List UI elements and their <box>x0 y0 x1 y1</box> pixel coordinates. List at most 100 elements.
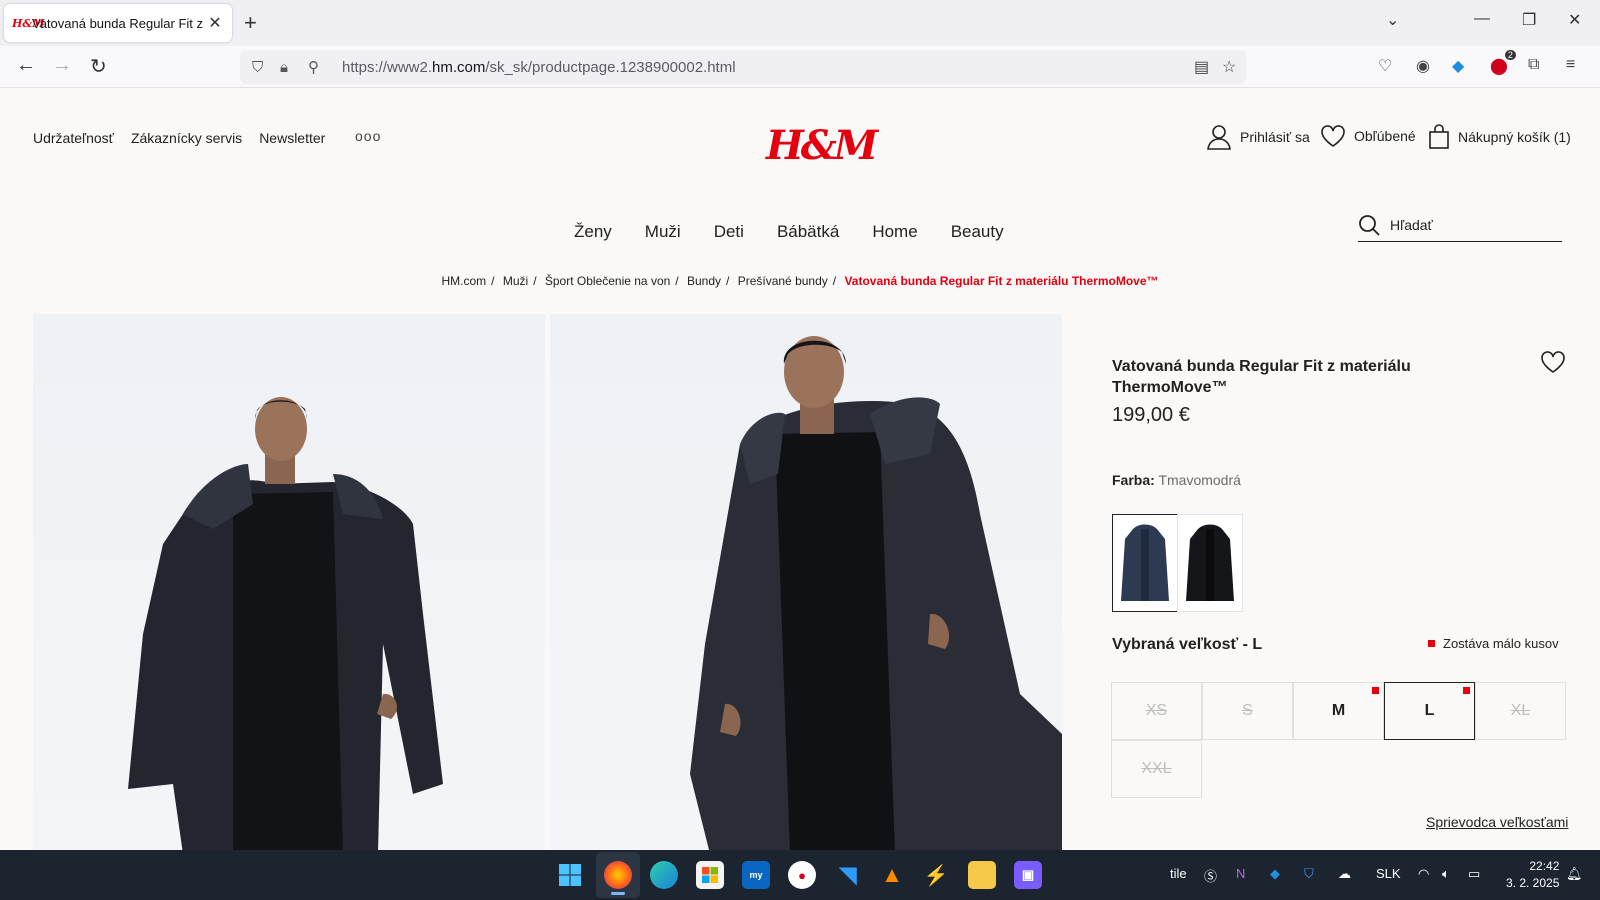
breadcrumb-item[interactable]: Muži <box>503 274 528 288</box>
shield-icon[interactable]: ⛉ <box>252 59 280 76</box>
forward-icon[interactable]: → <box>52 54 72 77</box>
size-option-m-label: M <box>1331 702 1346 719</box>
search-placeholder: Hľadať <box>1390 216 1433 233</box>
clock[interactable]: 22:42 3. 2. 2025 <box>1506 858 1559 892</box>
reader-view-icon[interactable]: ▤ <box>1194 57 1209 77</box>
notifications-icon[interactable]: 🔔︎ <box>1566 866 1583 882</box>
size-option-xl[interactable]: XL <box>1475 682 1566 740</box>
top-links: Udržateľnosť Zákaznícky servis Newslette… <box>33 130 325 146</box>
extensions-icon[interactable]: ⧉ <box>1528 56 1539 74</box>
size-option-s[interactable]: S <box>1202 682 1293 740</box>
back-icon[interactable]: ← <box>16 54 36 77</box>
clock-time: 22:42 <box>1529 859 1560 873</box>
size-option-l[interactable]: L <box>1384 682 1475 740</box>
file-explorer-icon[interactable] <box>968 861 996 889</box>
app-purple-icon[interactable]: ▣ <box>1014 861 1042 889</box>
nav-item-kids[interactable]: Deti <box>714 222 744 242</box>
cart-label: Nákupný košík (1) <box>1458 129 1571 145</box>
product-image-model[interactable] <box>550 314 1062 850</box>
store-icon[interactable] <box>696 861 724 889</box>
bookmark-star-icon[interactable]: ☆ <box>1222 57 1236 77</box>
wifi-icon[interactable]: ◠ <box>1418 866 1429 882</box>
link-newsletter[interactable]: Newsletter <box>259 130 325 146</box>
onedrive-icon[interactable]: ☁ <box>1338 866 1351 882</box>
permissions-icon[interactable]: ⚲ <box>308 58 336 76</box>
address-bar[interactable]: ⛉ 🔒︎ ⚲ https://www2.hm.com/sk_sk/product… <box>240 50 1246 84</box>
page-content: Udržateľnosť Zákaznícky servis Newslette… <box>0 88 1600 850</box>
favorites-label: Obľúbené <box>1354 128 1416 144</box>
close-tab-icon[interactable]: ✕ <box>206 13 224 33</box>
nav-item-men[interactable]: Muži <box>645 222 681 242</box>
language-indicator[interactable]: SLK <box>1376 866 1401 881</box>
size-option-xs[interactable]: XS <box>1111 682 1202 740</box>
color-swatch-navy[interactable] <box>1112 514 1178 612</box>
add-to-favorites-heart-icon[interactable] <box>1540 350 1566 374</box>
restore-icon[interactable]: ❐ <box>1522 10 1536 30</box>
cart-link[interactable]: Nákupný košík (1) <box>1428 124 1571 150</box>
pocket-icon[interactable]: ♡ <box>1378 56 1392 76</box>
app-bird-icon[interactable]: ◥ <box>834 861 862 889</box>
new-tab-icon[interactable]: + <box>244 10 257 36</box>
windows-start-icon[interactable] <box>556 861 584 889</box>
color-swatch-black[interactable] <box>1177 514 1243 612</box>
breadcrumb-item[interactable]: Prešívané bundy <box>738 274 828 288</box>
clock-date: 3. 2. 2025 <box>1506 876 1560 890</box>
more-menu-icon[interactable]: ooo <box>355 128 381 144</box>
tray-app-text[interactable]: tile <box>1170 866 1187 881</box>
breadcrumb-item[interactable]: Bundy <box>687 274 721 288</box>
product-image-front[interactable] <box>33 314 545 850</box>
defender-icon[interactable]: ⛉ <box>1304 866 1314 882</box>
url-text: https://www2.hm.com/sk_sk/productpage.12… <box>342 58 736 76</box>
low-stock-notice: Zostáva málo kusov <box>1428 636 1559 651</box>
size-guide-link[interactable]: Sprievodca veľkosťami <box>1426 814 1568 830</box>
breadcrumb-item[interactable]: HM.com <box>441 274 486 288</box>
firefox-icon[interactable] <box>604 861 632 889</box>
onenote-icon[interactable]: N <box>1236 866 1245 881</box>
color-value: Tmavomodrá <box>1158 472 1241 488</box>
color-label: Farba: Tmavomodrá <box>1112 472 1241 488</box>
size-option-xxl[interactable]: XXL <box>1111 740 1202 798</box>
adblock-icon[interactable]: ⬤ 2 <box>1490 50 1516 76</box>
lock-icon[interactable]: 🔒︎ <box>280 59 308 76</box>
nav-item-home[interactable]: Home <box>872 222 917 242</box>
link-sustainability[interactable]: Udržateľnosť <box>33 130 114 146</box>
product-title: Vatovaná bunda Regular Fit z materiálu T… <box>1112 358 1411 396</box>
login-link[interactable]: Prihlásiť sa <box>1206 124 1310 150</box>
skype-icon[interactable]: Ⓢ <box>1204 866 1217 885</box>
size-option-m[interactable]: M <box>1293 682 1384 740</box>
low-stock-indicator <box>1463 687 1470 694</box>
menu-icon[interactable]: ≡ <box>1566 56 1575 74</box>
volume-icon[interactable]: 🔈︎ <box>1442 866 1450 882</box>
tray-fox-icon[interactable]: ◆ <box>1270 866 1280 882</box>
user-icon <box>1207 125 1231 150</box>
battery-icon[interactable]: ▭ <box>1468 866 1480 882</box>
link-customer-service[interactable]: Zákaznícky servis <box>131 130 242 146</box>
close-window-icon[interactable]: ✕ <box>1568 10 1581 30</box>
main-nav: Ženy Muži Deti Bábätká Home Beauty <box>574 222 1004 242</box>
vlc-icon[interactable]: ▲ <box>878 861 906 889</box>
low-stock-indicator <box>1372 687 1379 694</box>
reload-icon[interactable]: ↻ <box>90 54 107 79</box>
account-icon[interactable]: ◉ <box>1416 56 1430 76</box>
edge-icon[interactable] <box>650 861 678 889</box>
low-stock-indicator <box>1428 640 1435 647</box>
adblock-badge: 2 <box>1504 50 1516 60</box>
nav-item-women[interactable]: Ženy <box>574 222 612 242</box>
tab-title: Vatovaná bunda Regular Fit z m <box>32 15 206 31</box>
app-icon[interactable]: my <box>742 861 770 889</box>
nav-item-beauty[interactable]: Beauty <box>951 222 1004 242</box>
nav-item-baby[interactable]: Bábätká <box>777 222 839 242</box>
tab-list-chevron-icon[interactable]: ⌄ <box>1386 10 1399 30</box>
favorites-link[interactable]: Obľúbené <box>1320 124 1416 148</box>
breadcrumb: HM.com / Muži / Šport Oblečenie na von / Bu… <box>441 274 1159 288</box>
search-input[interactable]: Hľadať <box>1358 208 1562 242</box>
extension-fox-icon[interactable]: ◆ <box>1452 56 1464 76</box>
app-tools-icon[interactable]: ⚡ <box>922 861 950 889</box>
size-option-l-label: L <box>1424 702 1435 719</box>
browser-tab[interactable]: H&M Vatovaná bunda Regular Fit z m ✕ <box>4 4 232 42</box>
breadcrumb-item[interactable]: Šport Oblečenie na von <box>545 274 670 288</box>
low-stock-text: Zostáva málo kusov <box>1443 636 1559 651</box>
minimize-icon[interactable]: — <box>1474 10 1490 28</box>
app-red-icon[interactable]: ● <box>788 861 816 889</box>
hm-logo[interactable]: H&M <box>766 122 878 169</box>
